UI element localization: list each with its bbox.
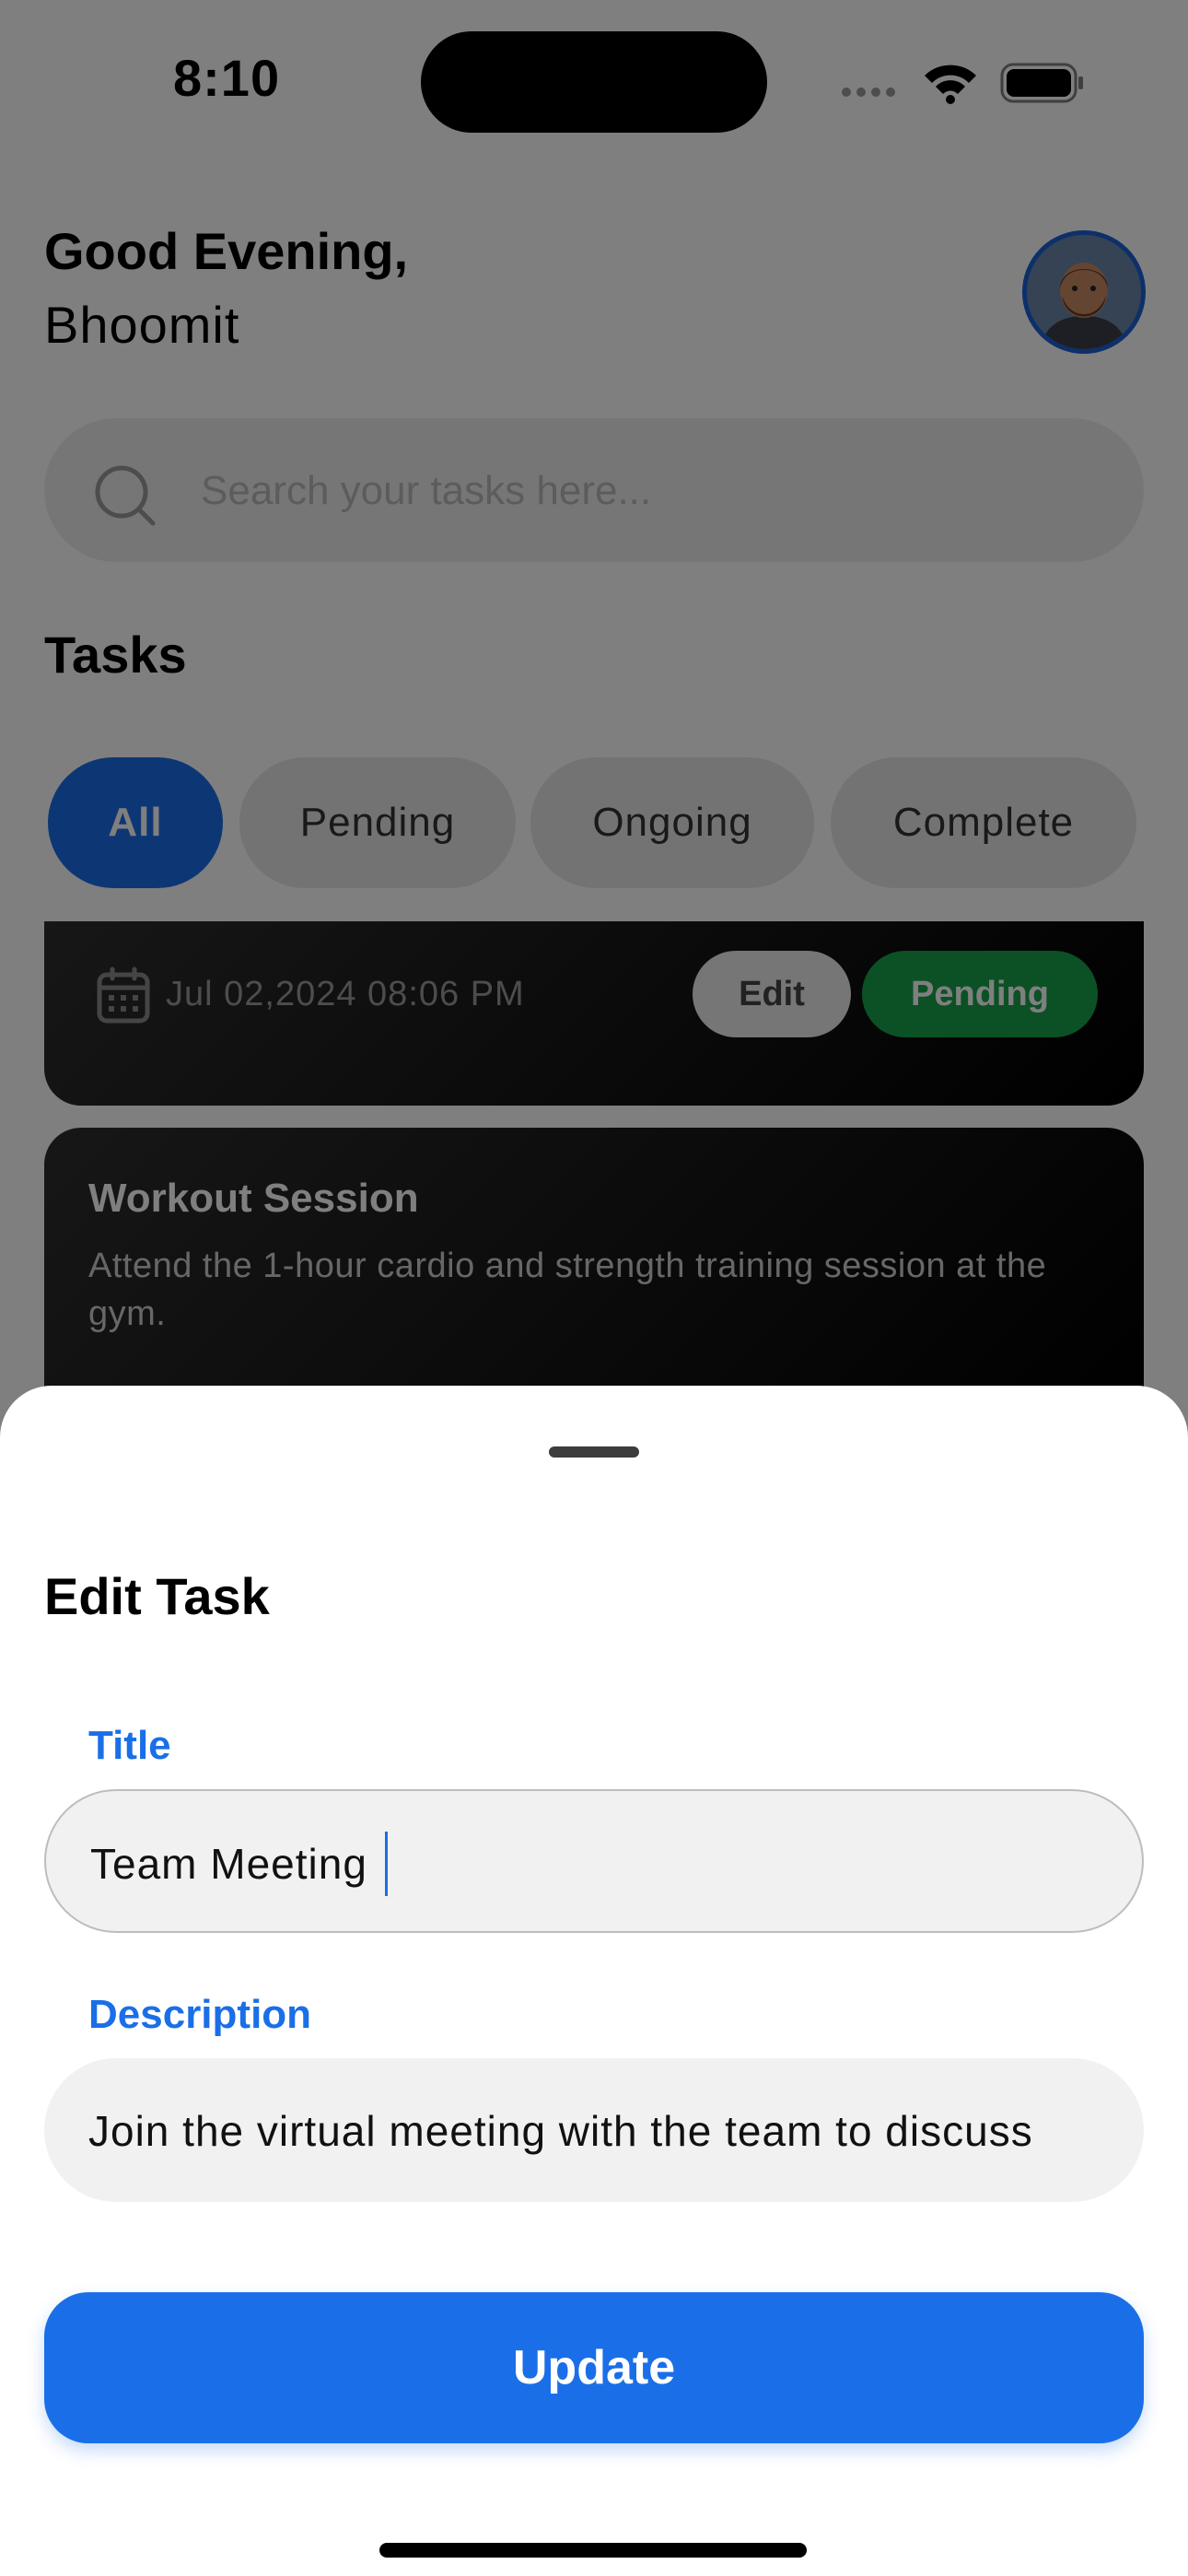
sheet-grabber[interactable] [549,1446,639,1458]
description-input[interactable] [88,2099,1100,2163]
description-field[interactable] [44,2058,1144,2202]
edit-task-sheet: Edit Task Title Description Update [0,1386,1188,2576]
app-screen: 8:10 Good Evening, Bhoomit [0,0,1188,2576]
title-field-label: Title [88,1723,171,1768]
title-field[interactable] [44,1789,1144,1933]
sheet-title: Edit Task [44,1567,270,1625]
update-button[interactable]: Update [44,2292,1144,2443]
text-cursor [385,1832,388,1896]
home-indicator [379,2543,807,2558]
description-field-label: Description [88,1992,312,2037]
title-input[interactable] [90,1832,1101,1896]
